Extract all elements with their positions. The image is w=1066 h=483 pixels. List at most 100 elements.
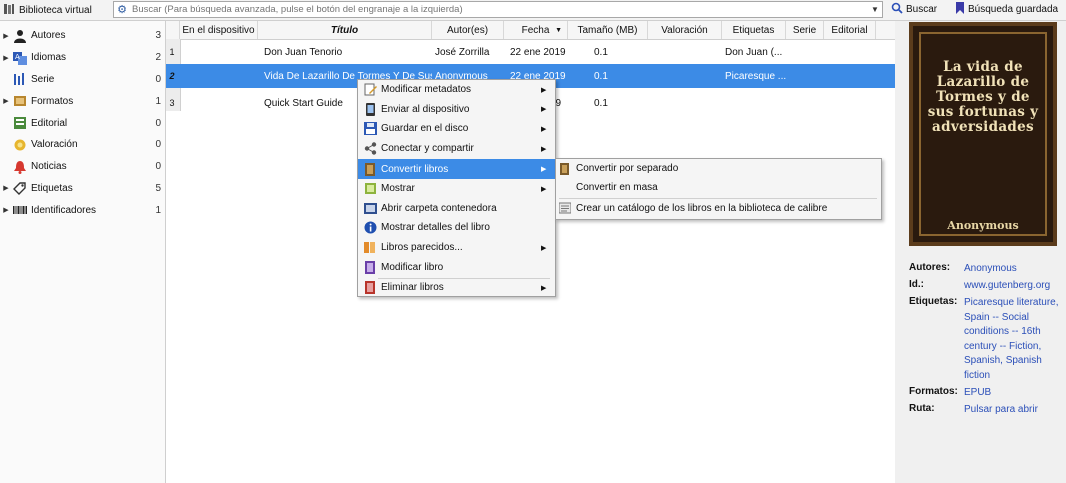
cell-device [166, 40, 258, 64]
cell-rating [648, 91, 722, 115]
table-row[interactable]: 1 Don Juan Tenorio José Zorrilla 22 ene … [166, 40, 895, 64]
menu-item-connect-share[interactable]: Conectar y compartir ▶ [358, 139, 555, 159]
sidebar-item-idiomas[interactable]: ▶ A Idiomas 2 [0, 47, 165, 69]
menu-item-edit-book[interactable]: Modificar libro [358, 257, 555, 277]
column-header-author[interactable]: Autor(es) [432, 21, 504, 39]
cell-date: 22 ene 2019 [510, 46, 566, 58]
cell-series [786, 64, 824, 88]
series-icon [12, 72, 28, 86]
saved-search-button[interactable]: Búsqueda guardada [955, 2, 1058, 17]
expand-arrow-icon[interactable]: ▶ [0, 206, 12, 214]
id-link[interactable]: www.gutenberg.org [964, 279, 1062, 294]
cover-title: La vida de Lazarillo de Tormes y de sus … [927, 59, 1039, 135]
cell-rating [648, 40, 722, 64]
rating-icon [12, 138, 28, 152]
folder-icon [363, 202, 377, 215]
menu-item-book-details[interactable]: Mostrar detalles del libro [358, 218, 555, 238]
menu-item-open-folder[interactable]: Abrir carpeta contenedora [358, 199, 555, 219]
menu-item-save-disk[interactable]: Guardar en el disco ▶ [358, 119, 555, 139]
tags-link[interactable]: Picaresque literature, Spain -- Social c… [964, 296, 1062, 383]
library-button[interactable]: Biblioteca virtual [3, 2, 92, 18]
chevron-down-icon[interactable]: ▼ [868, 5, 882, 14]
column-header-title[interactable]: Título [258, 21, 432, 39]
column-header-date[interactable]: Fecha ▼ [504, 21, 568, 39]
expand-arrow-icon[interactable]: ▶ [0, 184, 12, 192]
sidebar-item-serie[interactable]: Serie 0 [0, 69, 165, 91]
submenu-item-create-catalog[interactable]: Crear un catálogo de los libros en la bi… [556, 199, 881, 218]
bookmark-icon [955, 2, 965, 17]
detail-authors: Autores: Anonymous [909, 262, 1062, 277]
expand-arrow-icon[interactable]: ▶ [0, 97, 12, 105]
submenu-item-label: Convertir por separado [576, 163, 679, 174]
sidebar-item-editorial[interactable]: Editorial 0 [0, 112, 165, 134]
menu-item-view[interactable]: Mostrar ▶ [358, 179, 555, 199]
expand-arrow-icon[interactable]: ▶ [0, 54, 12, 62]
cell-rating [648, 64, 722, 88]
detail-formats: Formatos: EPUB [909, 386, 1062, 401]
search-icon [891, 2, 903, 17]
column-header-rating[interactable]: Valoración [648, 21, 722, 39]
sidebar-item-count: 5 [155, 182, 161, 194]
search-button-label: Buscar [906, 4, 938, 15]
format-link[interactable]: EPUB [964, 386, 1062, 401]
cell-size: 0.1 [594, 46, 608, 58]
sidebar-item-label: Serie [31, 73, 55, 85]
column-header-tags[interactable]: Etiquetas [722, 21, 786, 39]
sidebar-item-identificadores[interactable]: ▶ Identificadores 1 [0, 199, 165, 221]
sidebar-item-label: Valoración [31, 139, 78, 151]
book-cover[interactable]: La vida de Lazarillo de Tormes y de sus … [909, 22, 1057, 246]
menu-item-label: Conectar y compartir [381, 143, 474, 155]
library-label: Biblioteca virtual [19, 4, 92, 16]
sidebar-item-valoracion[interactable]: Valoración 0 [0, 134, 165, 156]
cell-series [786, 91, 824, 115]
submenu-item-label: Convertir en masa [576, 182, 658, 193]
delete-books-icon [363, 281, 377, 295]
cell-device [166, 91, 258, 115]
menu-item-label: Abrir carpeta contenedora [381, 202, 497, 214]
detail-label: Etiquetas: [909, 296, 958, 307]
column-header-series[interactable]: Serie [786, 21, 824, 39]
edit-book-icon [363, 260, 377, 274]
menu-item-convert-books[interactable]: Convertir libros ▶ [358, 159, 555, 179]
format-icon [12, 94, 28, 108]
sidebar-item-count: 1 [155, 204, 161, 216]
menu-item-send-device[interactable]: Enviar al dispositivo ▶ [358, 100, 555, 120]
author-link[interactable]: Anonymous [964, 262, 1062, 277]
sidebar-item-formatos[interactable]: ▶ Formatos 1 [0, 90, 165, 112]
row-number: 1 [169, 47, 175, 57]
menu-item-edit-metadata[interactable]: Modificar metadatos ▶ [358, 80, 555, 100]
sidebar-item-count: 3 [155, 30, 161, 42]
menu-item-delete-books[interactable]: Eliminar libros ▶ [358, 278, 555, 298]
gear-icon[interactable]: ⚙ [114, 2, 130, 17]
detail-path: Ruta: Pulsar para abrir [909, 403, 1062, 418]
top-toolbar: Biblioteca virtual ⚙ ▼ Buscar Búsqueda g… [0, 0, 1066, 21]
catalog-icon [558, 202, 572, 214]
publisher-icon [12, 116, 28, 130]
column-header-size[interactable]: Tamaño (MB) [568, 21, 648, 39]
search-button[interactable]: Buscar [891, 2, 937, 17]
path-link[interactable]: Pulsar para abrir [964, 403, 1062, 418]
edit-metadata-icon [363, 83, 377, 96]
sidebar-item-etiquetas[interactable]: ▶ Etiquetas 5 [0, 178, 165, 200]
svg-text:A: A [15, 53, 20, 61]
column-header-publisher[interactable]: Editorial [824, 21, 876, 39]
sidebar-item-noticias[interactable]: Noticias 0 [0, 156, 165, 178]
submenu-arrow-icon: ▶ [541, 125, 547, 133]
detail-id: Id.: www.gutenberg.org [909, 279, 1062, 294]
menu-item-label: Libros parecidos... [381, 242, 463, 254]
cell-publisher [824, 91, 876, 115]
submenu-arrow-icon: ▶ [541, 284, 547, 292]
search-input[interactable] [130, 2, 868, 17]
submenu-arrow-icon: ▶ [541, 166, 547, 174]
news-icon [12, 160, 28, 174]
sidebar-item-label: Etiquetas [31, 182, 73, 194]
submenu-item-convert-individual[interactable]: Convertir por separado [556, 159, 881, 178]
menu-item-similar-books[interactable]: Libros parecidos... ▶ [358, 238, 555, 258]
expand-arrow-icon[interactable]: ▶ [0, 32, 12, 40]
submenu-item-convert-bulk[interactable]: Convertir en masa [556, 178, 881, 197]
cell-publisher [824, 64, 876, 88]
sidebar-item-autores[interactable]: ▶ Autores 3 [0, 25, 165, 47]
detail-label: Autores: [909, 262, 951, 273]
barcode-icon [12, 203, 28, 217]
column-header-device[interactable]: En el dispositivo [180, 21, 258, 39]
